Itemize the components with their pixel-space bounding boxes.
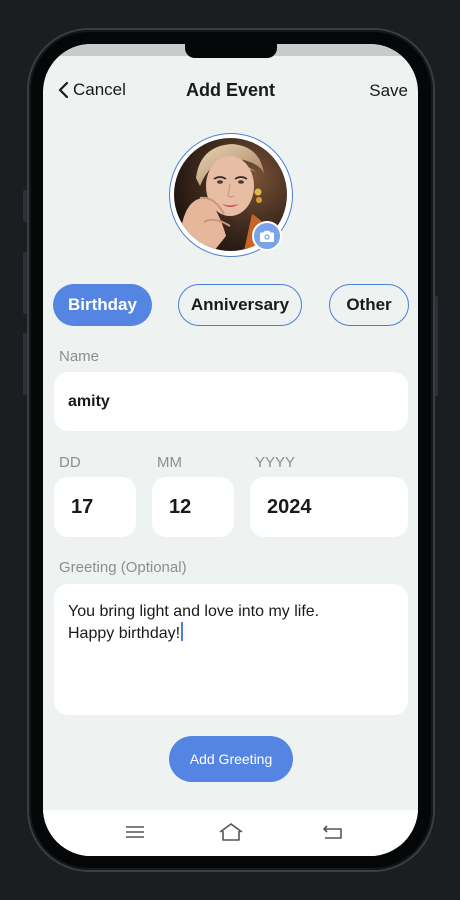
save-button[interactable]: Save — [369, 81, 408, 101]
camera-icon — [260, 230, 274, 242]
menu-icon[interactable] — [125, 824, 145, 840]
text-caret — [181, 622, 184, 641]
home-icon[interactable] — [218, 822, 244, 842]
side-button-left-2 — [23, 252, 28, 314]
add-greeting-button[interactable]: Add Greeting — [169, 736, 293, 782]
side-button-left-1 — [23, 190, 28, 222]
year-label: YYYY — [255, 454, 296, 471]
back-icon[interactable] — [322, 824, 344, 840]
day-label: DD — [59, 454, 81, 471]
side-button-left-3 — [23, 333, 28, 395]
month-field[interactable]: 12 — [152, 477, 234, 537]
camera-button[interactable] — [252, 221, 282, 251]
name-label: Name — [59, 348, 100, 365]
month-label: MM — [157, 454, 182, 471]
app-screen: Cancel Add Event Save Birthday Anniversa… — [43, 44, 418, 856]
greeting-field[interactable]: You bring light and love into my life. H… — [54, 584, 408, 715]
system-nav-bar — [43, 810, 418, 856]
page-title: Add Event — [185, 80, 275, 100]
greeting-label: Greeting (Optional) — [59, 559, 187, 576]
side-button-right — [433, 296, 438, 396]
greeting-text: You bring light and love into my life. H… — [68, 603, 320, 642]
year-field[interactable]: 2024 — [250, 477, 408, 537]
chip-anniversary[interactable]: Anniversary — [178, 284, 302, 326]
name-field[interactable]: amity — [54, 372, 408, 431]
chip-birthday[interactable]: Birthday — [53, 284, 152, 326]
nav-bar: Cancel Add Event Save — [43, 80, 418, 104]
chip-other[interactable]: Other — [329, 284, 409, 326]
day-field[interactable]: 17 — [54, 477, 136, 537]
phone-notch — [185, 44, 277, 58]
event-type-selector: Birthday Anniversary Other — [43, 284, 418, 328]
